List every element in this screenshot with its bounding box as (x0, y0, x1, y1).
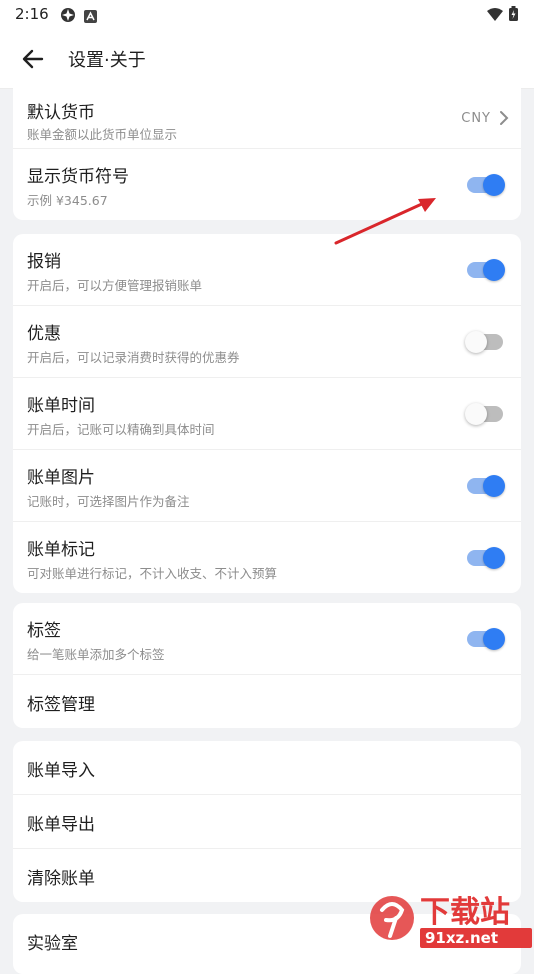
watermark: 下载站 91xz.net (368, 888, 534, 954)
features-card: 报销 开启后，可以方便管理报销账单 优惠 开启后，可以记录消费时获得的优惠券 账… (13, 234, 521, 593)
row-title: 账单时间 (27, 396, 95, 416)
currency-value: CNY (461, 111, 491, 126)
show-currency-symbol-row[interactable]: 显示货币符号 示例 ¥345.67 (13, 149, 521, 220)
bill-image-toggle[interactable] (467, 475, 505, 497)
app-notification-icon (60, 7, 76, 27)
status-bar: 2:16 (0, 0, 534, 30)
row-title: 账单标记 (27, 540, 95, 560)
feature-row-reimburse[interactable]: 报销 开启后，可以方便管理报销账单 (13, 234, 521, 306)
battery-icon (509, 6, 518, 25)
page-title: 设置·关于 (68, 50, 146, 71)
watermark-logo-icon: 下载站 91xz.net (370, 895, 532, 948)
row-subtitle: 记账时，可选择图片作为备注 (27, 494, 190, 509)
row-title: 账单图片 (27, 468, 95, 488)
feature-row-discount[interactable]: 优惠 开启后，可以记录消费时获得的优惠券 (13, 306, 521, 378)
annotation-arrow-icon (334, 198, 436, 245)
tags-card: 标签 给一笔账单添加多个标签 标签管理 (13, 603, 521, 728)
row-title: 标签管理 (27, 695, 95, 715)
row-title: 标签 (27, 621, 61, 641)
feature-row-bill-time[interactable]: 账单时间 开启后，记账可以精确到具体时间 (13, 378, 521, 450)
row-subtitle: 开启后，记账可以精确到具体时间 (27, 422, 215, 437)
row-title: 显示货币符号 (27, 167, 129, 187)
feature-row-bill-mark[interactable]: 账单标记 可对账单进行标记，不计入收支、不计入预算 (13, 522, 521, 593)
show-currency-symbol-toggle[interactable] (467, 174, 505, 196)
feature-row-bill-image[interactable]: 账单图片 记账时，可选择图片作为备注 (13, 450, 521, 522)
back-button[interactable] (18, 44, 48, 74)
row-subtitle: 账单金额以此货币单位显示 (27, 127, 178, 142)
bill-mark-toggle[interactable] (467, 547, 505, 569)
tag-manage-row[interactable]: 标签管理 (13, 675, 521, 728)
tag-toggle[interactable] (467, 628, 505, 650)
bill-time-toggle[interactable] (465, 403, 503, 425)
row-subtitle: 开启后，可以记录消费时获得的优惠券 (27, 350, 240, 365)
bill-export-row[interactable]: 账单导出 (13, 795, 521, 849)
row-title: 账单导出 (27, 815, 95, 835)
default-currency-row[interactable]: 默认货币 账单金额以此货币单位显示 CNY (13, 78, 521, 149)
bill-import-row[interactable]: 账单导入 (13, 741, 521, 795)
row-title: 优惠 (27, 324, 61, 344)
chevron-right-icon (499, 110, 509, 130)
reimburse-toggle[interactable] (467, 259, 505, 281)
watermark-brand: 下载站 (420, 895, 510, 930)
row-title: 报销 (27, 252, 61, 272)
wifi-icon (487, 6, 503, 25)
row-title: 默认货币 (27, 103, 95, 123)
row-subtitle: 可对账单进行标记，不计入收支、不计入预算 (27, 566, 278, 581)
status-time: 2:16 (15, 5, 49, 23)
row-subtitle: 示例 ¥345.67 (27, 193, 108, 208)
row-title: 清除账单 (27, 869, 95, 889)
bill-actions-card: 账单导入 账单导出 清除账单 (13, 741, 521, 902)
tag-toggle-row[interactable]: 标签 给一笔账单添加多个标签 (13, 603, 521, 675)
row-subtitle: 开启后，可以方便管理报销账单 (27, 278, 203, 293)
row-title: 账单导入 (27, 761, 95, 781)
row-title: 实验室 (27, 934, 78, 954)
discount-toggle[interactable] (465, 331, 503, 353)
row-subtitle: 给一笔账单添加多个标签 (27, 647, 165, 662)
currency-settings-card: 默认货币 账单金额以此货币单位显示 CNY 显示货币符号 示例 ¥345.67 (13, 78, 521, 220)
watermark-url: 91xz.net (425, 929, 498, 947)
back-arrow-icon (22, 49, 44, 69)
text-notification-icon (84, 8, 97, 27)
